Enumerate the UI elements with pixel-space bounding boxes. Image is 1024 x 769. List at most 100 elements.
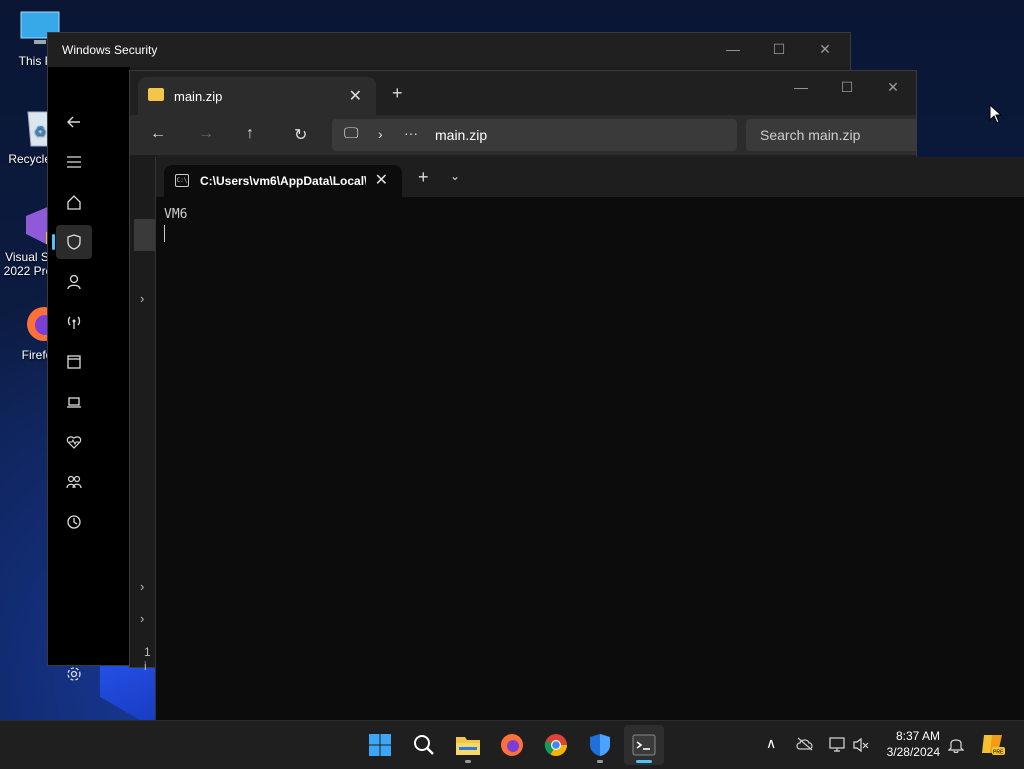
shield-icon [590, 734, 610, 756]
folder-icon [456, 737, 480, 755]
search-icon [414, 735, 434, 755]
terminal-tab-bar: C:\ C:\Users\vm6\AppData\Local\ ✕ + ⌄ [156, 157, 1024, 197]
nav-family-options[interactable] [56, 465, 92, 499]
minimize-button[interactable]: — [710, 33, 756, 65]
zip-folder-icon [148, 88, 164, 101]
back-button[interactable] [56, 105, 92, 139]
terminal-tab-label: C:\Users\vm6\AppData\Local\ [200, 174, 366, 188]
person-icon [67, 274, 81, 290]
taskbar-firefox[interactable] [492, 725, 532, 765]
minimize-icon: — [726, 41, 740, 57]
running-indicator [597, 760, 603, 763]
taskbar-windows-security[interactable] [580, 725, 620, 765]
firefox-icon [501, 734, 523, 756]
shield-icon [67, 234, 81, 250]
cmd-icon: C:\ [175, 174, 189, 187]
navigation-pane: › › › 1 i [130, 155, 156, 673]
nav-device-security[interactable] [56, 385, 92, 419]
nav-protection-history[interactable] [56, 505, 92, 539]
nav-virus-protection[interactable] [52, 225, 92, 259]
close-icon: ✕ [887, 78, 899, 95]
antenna-icon [67, 316, 81, 329]
nav-app-browser-control[interactable] [56, 345, 92, 379]
terminal-output: VM6 [164, 207, 188, 222]
explorer-tab-label: main.zip [174, 89, 223, 104]
home-icon [67, 195, 81, 210]
search-button[interactable] [404, 725, 444, 765]
laptop-icon [67, 397, 81, 408]
search-placeholder: Search main.zip [760, 127, 861, 143]
system-clock[interactable]: 8:37 AM 3/28/2024 [887, 728, 940, 760]
nav-settings[interactable] [56, 657, 92, 691]
close-button[interactable]: ✕ [802, 33, 848, 65]
expand-chevron-icon[interactable]: › [140, 291, 144, 306]
nav-device-health[interactable] [56, 425, 92, 459]
expand-chevron-icon[interactable]: › [140, 611, 144, 626]
taskbar: ∧ 8:37 AM 3/28/2024 PRE [0, 720, 1024, 769]
nav-home[interactable] [56, 185, 92, 219]
mouse-pointer-icon [989, 104, 1003, 124]
terminal-tab[interactable]: C:\ C:\Users\vm6\AppData\Local\ ✕ [164, 165, 402, 197]
onedrive-offline-icon[interactable] [796, 737, 814, 751]
active-indicator [636, 760, 652, 763]
svg-text:♻: ♻ [34, 123, 47, 139]
heart-pulse-icon [66, 436, 82, 449]
network-icon[interactable] [828, 737, 846, 753]
family-icon [66, 475, 82, 489]
history-icon [67, 515, 81, 529]
start-button[interactable] [360, 725, 400, 765]
menu-button[interactable] [56, 145, 92, 179]
tab-close-icon[interactable]: ✕ [349, 86, 362, 106]
chrome-icon [544, 734, 567, 756]
running-indicator [465, 760, 471, 763]
clock-time: 8:37 AM [895, 729, 940, 743]
explorer-tab[interactable]: main.zip ✕ [138, 77, 376, 115]
security-sidebar [48, 67, 130, 681]
new-tab-button[interactable]: + [418, 167, 429, 188]
taskbar-chrome[interactable] [536, 725, 576, 765]
terminal-window: C:\ C:\Users\vm6\AppData\Local\ ✕ + ⌄ VM… [155, 157, 1024, 720]
close-icon: ✕ [819, 40, 831, 57]
taskbar-terminal[interactable] [624, 725, 664, 765]
address-crumb[interactable]: main.zip [435, 127, 487, 143]
nav-firewall[interactable] [56, 305, 92, 339]
windows-logo-icon [369, 734, 391, 756]
minimize-icon: — [794, 79, 808, 95]
notification-bell-icon[interactable] [948, 735, 964, 753]
up-arrow-icon[interactable]: ↑ [246, 125, 254, 143]
explorer-minimize-button[interactable]: — [778, 71, 824, 103]
explorer-maximize-button[interactable]: ☐ [824, 71, 870, 103]
address-ellipsis[interactable]: ··· [404, 125, 418, 141]
search-box[interactable]: Search main.zip [746, 119, 916, 151]
taskbar-file-explorer[interactable] [448, 725, 488, 765]
maximize-button[interactable]: ☐ [756, 33, 802, 65]
clock-date: 3/28/2024 [886, 745, 940, 759]
nav-pane-selection [134, 219, 156, 251]
computer-icon: 🖵 [344, 125, 359, 142]
explorer-close-button[interactable]: ✕ [870, 71, 916, 103]
show-hidden-icons-chevron[interactable]: ∧ [766, 735, 776, 752]
back-icon [67, 116, 80, 128]
address-bar[interactable]: 🖵 › ··· main.zip [332, 119, 737, 151]
title-bar: Windows Security — ☐ ✕ [48, 33, 850, 67]
speaker-muted-icon[interactable] [852, 737, 870, 753]
terminal-icon [632, 734, 656, 756]
window-title: Windows Security [62, 43, 158, 57]
forward-arrow-icon[interactable]: → [198, 125, 214, 143]
explorer-toolbar: ← → ↑ ↻ 🖵 › ··· main.zip Search main.zip [130, 115, 916, 155]
refresh-icon[interactable]: ↻ [294, 125, 307, 145]
tab-close-icon[interactable]: ✕ [375, 170, 388, 190]
text-cursor [164, 225, 165, 242]
back-arrow-icon[interactable]: ← [150, 125, 166, 143]
settings-icon [67, 667, 81, 681]
expand-chevron-icon[interactable]: › [140, 579, 144, 594]
chevron-down-icon[interactable]: ⌄ [450, 169, 460, 183]
copilot-preview-icon[interactable]: PRE [980, 731, 1006, 757]
explorer-tab-bar: main.zip ✕ + — ☐ ✕ [130, 71, 916, 115]
new-tab-button[interactable]: + [392, 83, 403, 104]
nav-account-protection[interactable] [56, 265, 92, 299]
maximize-icon: ☐ [840, 78, 854, 95]
app-browser-icon [67, 355, 81, 369]
chevron-right-icon: › [378, 126, 383, 142]
menu-icon [67, 156, 81, 168]
